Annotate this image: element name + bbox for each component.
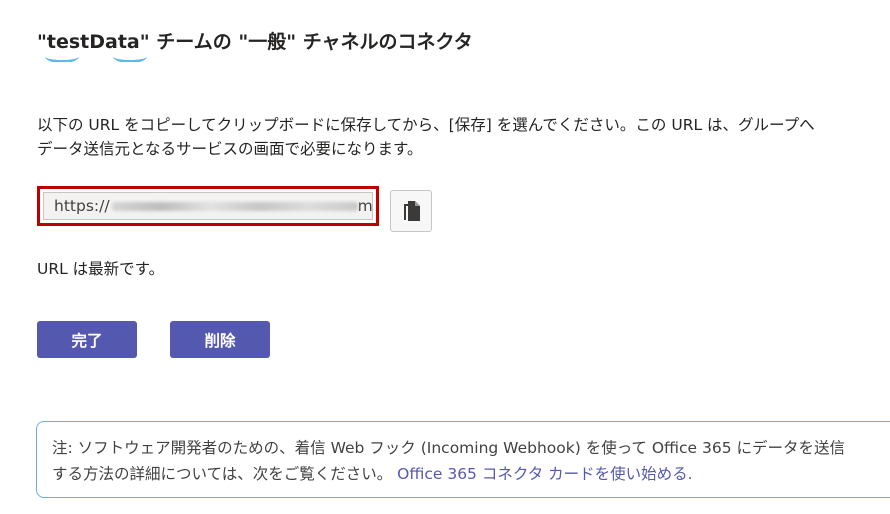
url-highlight-box: https:// m/\	[37, 186, 379, 226]
instructions-line-1: 以下の URL をコピーしてクリップボードに保存してから、[保存] を選んでくだ…	[37, 116, 815, 134]
url-status: URL は最新です。	[37, 260, 165, 278]
delete-button[interactable]: 削除	[170, 321, 270, 358]
copy-icon	[404, 201, 420, 221]
webhook-url-field[interactable]: https:// m/\	[43, 192, 373, 220]
note-line-2: する方法の詳細については、次をご覧ください。 Office 365 コネクタ カ…	[52, 461, 890, 487]
title-decoration	[37, 56, 157, 62]
copy-url-button[interactable]	[390, 190, 432, 232]
instructions-line-2: データ送信元となるサービスの画面で必要になります。	[37, 140, 423, 158]
connector-card-link[interactable]: Office 365 コネクタ カードを使い始める.	[397, 465, 692, 483]
url-suffix: m/\	[357, 197, 373, 215]
note-line-2-text: する方法の詳細については、次をご覧ください。	[52, 465, 398, 483]
page-title: "testData" チームの "一般" チャネルのコネクタ	[37, 31, 473, 53]
note-line-1: 注: ソフトウェア開発者のための、着信 Web フック (Incoming We…	[52, 439, 846, 457]
connector-config-page: "testData" チームの "一般" チャネルのコネクタ 以下の URL を…	[0, 0, 890, 514]
url-redacted	[111, 202, 358, 211]
developer-note: 注: ソフトウェア開発者のための、着信 Web フック (Incoming We…	[36, 421, 890, 498]
done-button[interactable]: 完了	[37, 321, 137, 358]
url-prefix: https://	[54, 197, 110, 215]
instructions: 以下の URL をコピーしてクリップボードに保存してから、[保存] を選んでくだ…	[37, 113, 890, 161]
